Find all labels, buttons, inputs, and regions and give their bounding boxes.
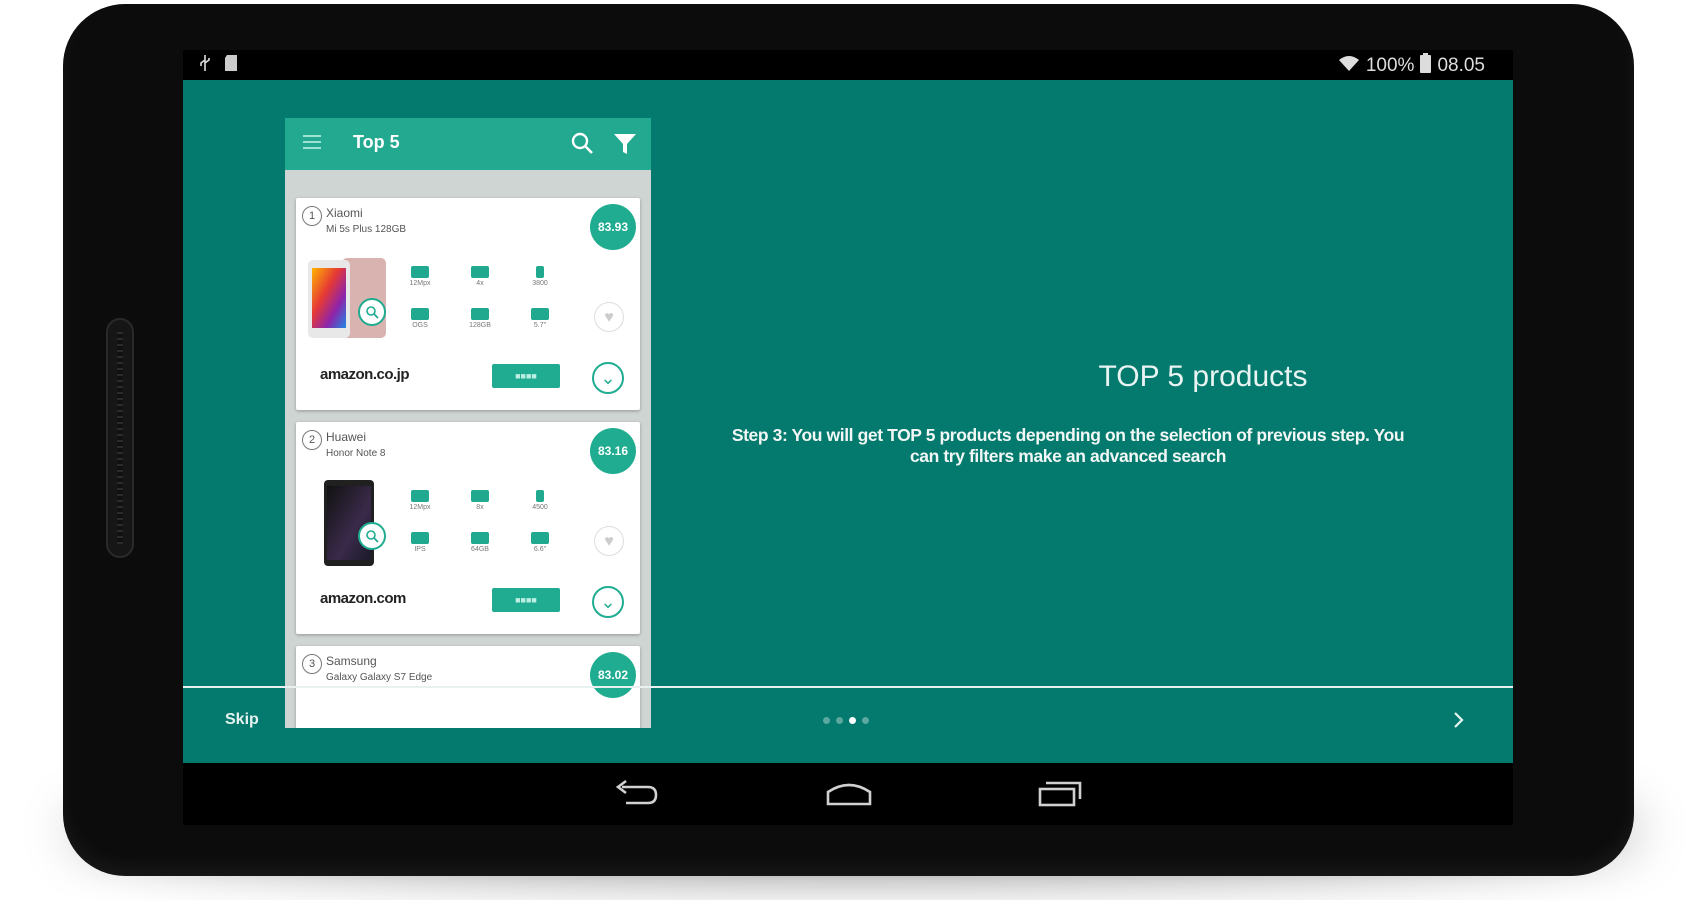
preview-title: Top 5 xyxy=(353,132,400,152)
recents-icon xyxy=(1038,781,1082,807)
home-button[interactable] xyxy=(819,773,879,813)
product-model: Mi 5s Plus 128GB xyxy=(326,224,407,235)
spec-cpu: 4x xyxy=(460,266,500,287)
battery-percent: 100% xyxy=(1365,55,1415,76)
spec-storage: 128GB xyxy=(460,308,500,329)
store-logo: amazon.co.jp xyxy=(320,366,410,383)
back-button[interactable] xyxy=(606,773,666,813)
sd-card-icon xyxy=(225,55,237,77)
zoom-icon xyxy=(358,298,386,326)
preview-toolbar: Top 5 xyxy=(285,118,651,170)
spec-display: IPS xyxy=(400,532,440,553)
spec-cpu: 8x xyxy=(460,490,500,511)
price-button: ■■■■ xyxy=(492,588,560,612)
rank-badge: 2 xyxy=(302,430,322,450)
page-dot xyxy=(836,717,843,724)
app-preview-screenshot: Top 5 1 Xiaomi Mi 5s Plus 128GB 83.93 12… xyxy=(285,118,651,728)
page-dot xyxy=(823,717,830,724)
next-button[interactable] xyxy=(1445,706,1473,734)
favorite-icon: ♥ xyxy=(594,526,624,556)
score-badge: 83.93 xyxy=(590,204,636,250)
phone-image xyxy=(306,254,392,342)
wifi-icon xyxy=(1338,54,1360,78)
favorite-icon: ♥ xyxy=(594,302,624,332)
spec-screen-size: 5.7" xyxy=(520,308,560,329)
page-indicator xyxy=(823,717,869,724)
battery-icon xyxy=(1420,53,1432,79)
phone-image xyxy=(306,478,392,566)
skip-button[interactable]: Skip xyxy=(225,711,259,729)
product-card: 2 Huawei Honor Note 8 83.16 12Mpx 8x 450… xyxy=(296,422,640,634)
page-dot-active xyxy=(849,717,856,724)
product-model: Galaxy Galaxy S7 Edge xyxy=(326,672,433,683)
home-icon xyxy=(826,783,872,806)
recents-button[interactable] xyxy=(1030,773,1090,813)
clock: 08.05 xyxy=(1437,55,1485,76)
zoom-icon xyxy=(358,522,386,550)
product-card: 1 Xiaomi Mi 5s Plus 128GB 83.93 12Mpx 4x… xyxy=(296,198,640,410)
product-brand: Xiaomi xyxy=(326,206,363,220)
score-badge: 83.16 xyxy=(590,428,636,474)
score-badge: 83.02 xyxy=(590,652,636,698)
spec-display: OGS xyxy=(400,308,440,329)
product-brand: Huawei xyxy=(326,430,367,444)
usb-icon xyxy=(199,54,211,78)
store-logo: amazon.com xyxy=(320,590,406,607)
onboarding-heading: TOP 5 products xyxy=(1098,360,1308,393)
rank-badge: 1 xyxy=(302,206,322,226)
product-model: Honor Note 8 xyxy=(326,448,386,459)
tablet-screen: 100% 08.05 Top 5 1 Xiaomi Mi 5s Plus 128… xyxy=(183,50,1513,825)
product-brand: Samsung xyxy=(326,654,377,668)
system-navigation-bar xyxy=(183,763,1513,825)
status-bar: 100% 08.05 xyxy=(183,50,1513,80)
onboarding-screen: Top 5 1 Xiaomi Mi 5s Plus 128GB 83.93 12… xyxy=(183,80,1513,763)
expand-icon: ⌄ xyxy=(592,586,624,618)
filter-icon xyxy=(613,132,637,161)
footer-divider xyxy=(183,686,1513,688)
search-icon xyxy=(571,132,593,159)
rank-badge: 3 xyxy=(302,654,322,674)
spec-battery: 4500 xyxy=(520,490,560,511)
back-icon xyxy=(615,779,658,805)
spec-screen-size: 6.6" xyxy=(520,532,560,553)
spec-camera: 12Mpx xyxy=(400,490,440,511)
page-dot xyxy=(862,717,869,724)
menu-icon xyxy=(303,135,321,154)
speaker-grill xyxy=(106,318,134,558)
price-button: ■■■■ xyxy=(492,364,560,388)
spec-battery: 3800 xyxy=(520,266,560,287)
onboarding-description: Step 3: You will get TOP 5 products depe… xyxy=(731,425,1405,466)
spec-storage: 64GB xyxy=(460,532,500,553)
expand-icon: ⌄ xyxy=(592,362,624,394)
chevron-right-icon xyxy=(1454,712,1464,728)
spec-camera: 12Mpx xyxy=(400,266,440,287)
